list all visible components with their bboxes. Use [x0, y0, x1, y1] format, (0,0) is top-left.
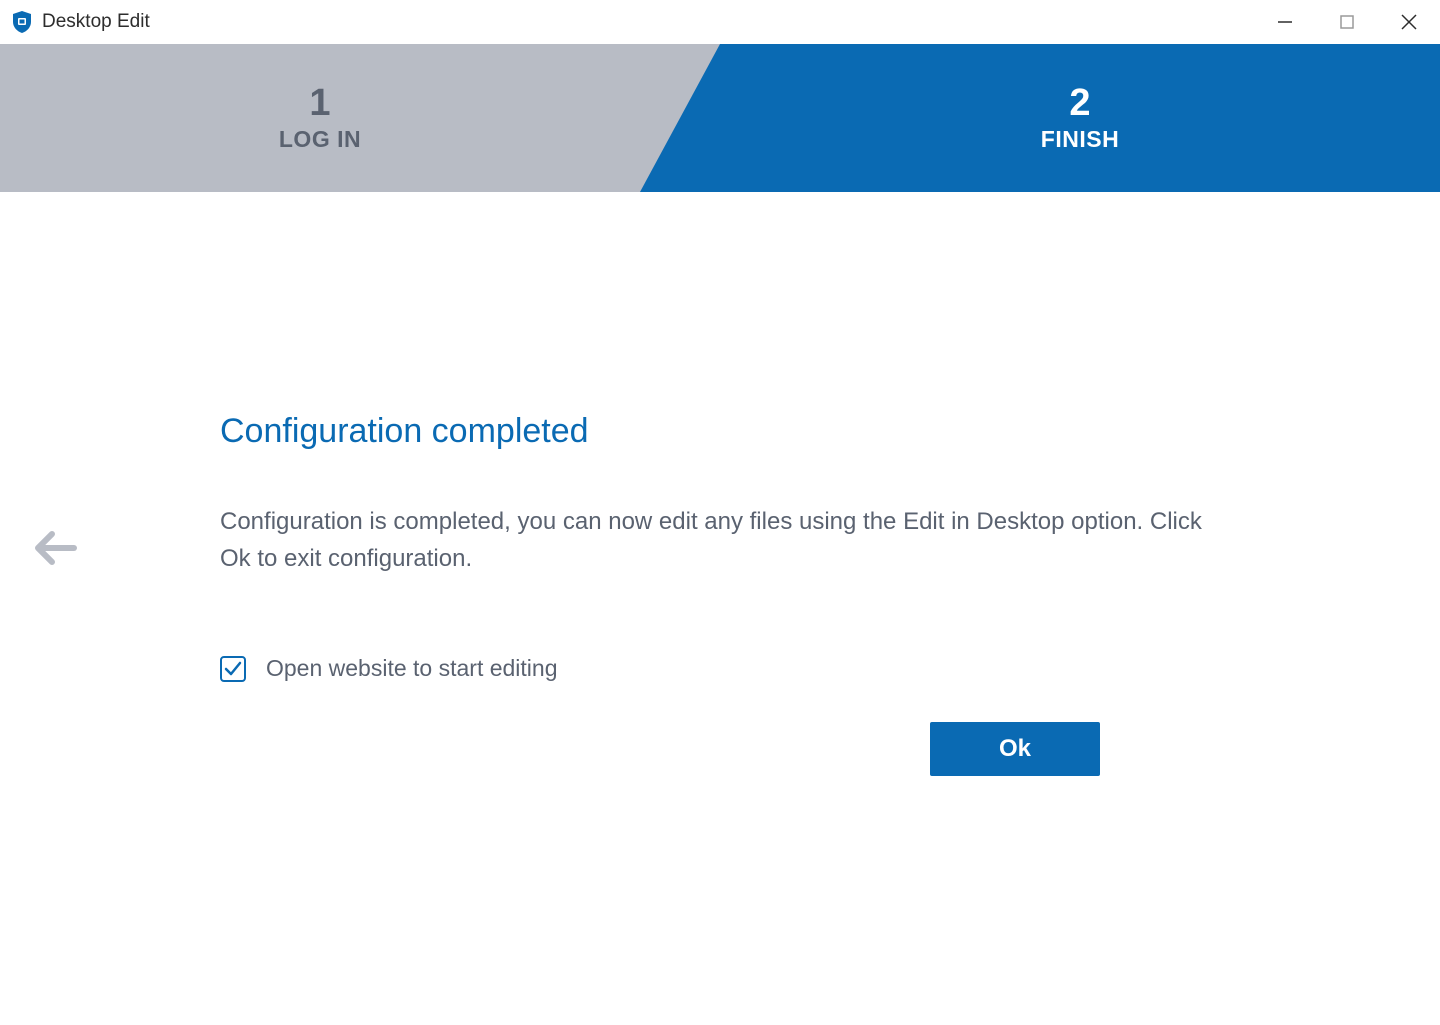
content-area: Configuration completed Configuration is…: [0, 192, 1440, 776]
arrow-left-icon: [34, 530, 78, 566]
page-heading: Configuration completed: [220, 412, 1220, 451]
step-label: LOG IN: [279, 126, 361, 153]
check-icon: [224, 660, 242, 678]
open-website-option: Open website to start editing: [220, 655, 1220, 682]
step-finish: 2 FINISH: [720, 44, 1440, 192]
maximize-button[interactable]: [1334, 9, 1360, 35]
step-login: 1 LOG IN: [0, 44, 720, 192]
close-button[interactable]: [1396, 9, 1422, 35]
window-controls: [1272, 9, 1432, 35]
step-number: 1: [309, 84, 330, 122]
app-shield-icon: [12, 11, 32, 33]
maximize-icon: [1340, 15, 1354, 29]
minimize-icon: [1277, 14, 1293, 30]
back-button[interactable]: [34, 530, 78, 571]
open-website-checkbox[interactable]: [220, 656, 246, 682]
app-title: Desktop Edit: [42, 11, 150, 33]
ok-button[interactable]: Ok: [930, 722, 1100, 776]
button-row: Ok: [220, 722, 1220, 776]
stepper: 1 LOG IN 2 FINISH: [0, 44, 1440, 192]
body-text: Configuration is completed, you can now …: [220, 503, 1220, 577]
close-icon: [1401, 14, 1417, 30]
titlebar-left: Desktop Edit: [12, 11, 150, 33]
open-website-label: Open website to start editing: [266, 655, 558, 682]
step-label: FINISH: [1041, 126, 1119, 153]
minimize-button[interactable]: [1272, 9, 1298, 35]
step-number: 2: [1069, 84, 1090, 122]
titlebar: Desktop Edit: [0, 0, 1440, 44]
main-column: Configuration completed Configuration is…: [220, 412, 1220, 776]
